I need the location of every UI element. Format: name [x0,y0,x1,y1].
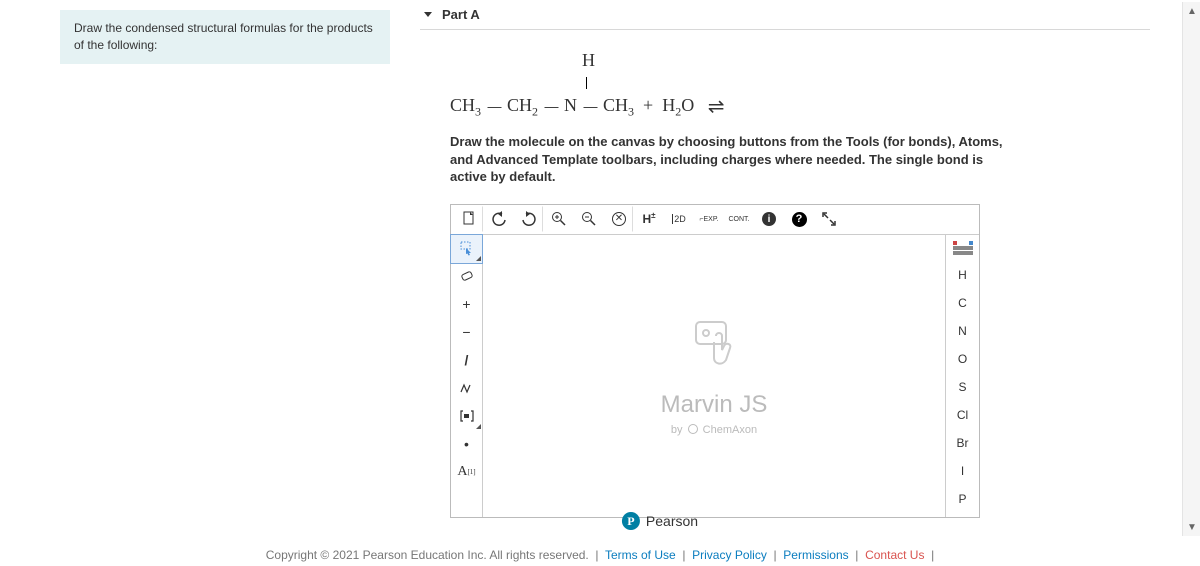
atom-i[interactable]: I [946,457,979,485]
pearson-logo-icon: P [622,512,640,530]
atom-br[interactable]: Br [946,429,979,457]
vertical-scrollbar[interactable]: ▲ ▼ [1182,2,1200,536]
canvas-watermark-byline: by ChemAxon [671,423,757,436]
charge-minus-tool[interactable]: − [451,319,482,347]
scroll-down-button[interactable]: ▼ [1183,518,1200,536]
part-title: Part A [442,7,480,22]
footer-link-privacy[interactable]: Privacy Policy [692,548,767,562]
atom-p[interactable]: P [946,485,979,513]
contract-button[interactable]: CONT. [725,206,753,232]
atom-cl[interactable]: Cl [946,401,979,429]
hydrogen-toggle-button[interactable]: H± [635,206,663,232]
fullscreen-button[interactable] [815,206,843,232]
page-footer: Copyright © 2021 Pearson Education Inc. … [0,544,1200,566]
atom-n[interactable]: N [946,317,979,345]
atom-s[interactable]: S [946,373,979,401]
atom-h[interactable]: H [946,261,979,289]
tools-toolbar: + − / • A[1] [451,235,483,517]
clear-button[interactable]: ✕ [605,206,633,232]
atom-c[interactable]: C [946,289,979,317]
eraser-tool[interactable] [451,263,482,291]
zoom-in-button[interactable] [545,206,573,232]
new-document-button[interactable] [455,206,483,232]
footer-link-terms[interactable]: Terms of Use [605,548,676,562]
canvas-watermark-title: Marvin JS [661,391,768,419]
export-button[interactable]: ⌐EXP. [695,206,723,232]
instructions-text: Draw the molecule on the canvas by choos… [450,133,1010,186]
scroll-up-button[interactable]: ▲ [1183,2,1200,20]
radical-tool[interactable]: • [451,431,482,459]
question-prompt: Draw the condensed structural formulas f… [60,10,390,64]
caret-down-icon [424,12,432,17]
drawing-canvas[interactable]: Marvin JS by ChemAxon [483,235,945,517]
charge-plus-tool[interactable]: + [451,291,482,319]
periodic-table-button[interactable] [946,235,979,261]
view-2d-button[interactable]: 2D [665,206,693,232]
pearson-brand: P Pearson [622,512,698,530]
selection-tool[interactable] [451,235,482,263]
undo-button[interactable] [485,206,513,232]
reaction-equation: H CH3 — CH2 — N — CH3 + H2O ⇌ [450,50,1150,119]
footer-link-contact[interactable]: Contact Us [865,548,924,562]
zoom-out-button[interactable] [575,206,603,232]
bracket-tool[interactable] [451,403,482,431]
single-bond-tool[interactable]: / [451,347,482,375]
pearson-name: Pearson [646,513,698,529]
chemistry-editor: ✕ H± 2D ⌐EXP. CONT. i ? [450,204,980,518]
copyright-text: Copyright © 2021 Pearson Education Inc. … [266,548,589,562]
atom-o[interactable]: O [946,345,979,373]
chain-tool[interactable] [451,375,482,403]
editor-top-toolbar: ✕ H± 2D ⌐EXP. CONT. i ? [451,205,979,235]
atom-label-tool[interactable]: A[1] [451,459,482,487]
atoms-toolbar: H C N O S Cl Br I P [945,235,979,517]
part-header[interactable]: Part A [420,0,1150,30]
footer-link-permissions[interactable]: Permissions [783,548,848,562]
help-button[interactable]: ? [785,206,813,232]
touch-hand-icon [686,316,742,383]
redo-button[interactable] [515,206,543,232]
info-button[interactable]: i [755,206,783,232]
